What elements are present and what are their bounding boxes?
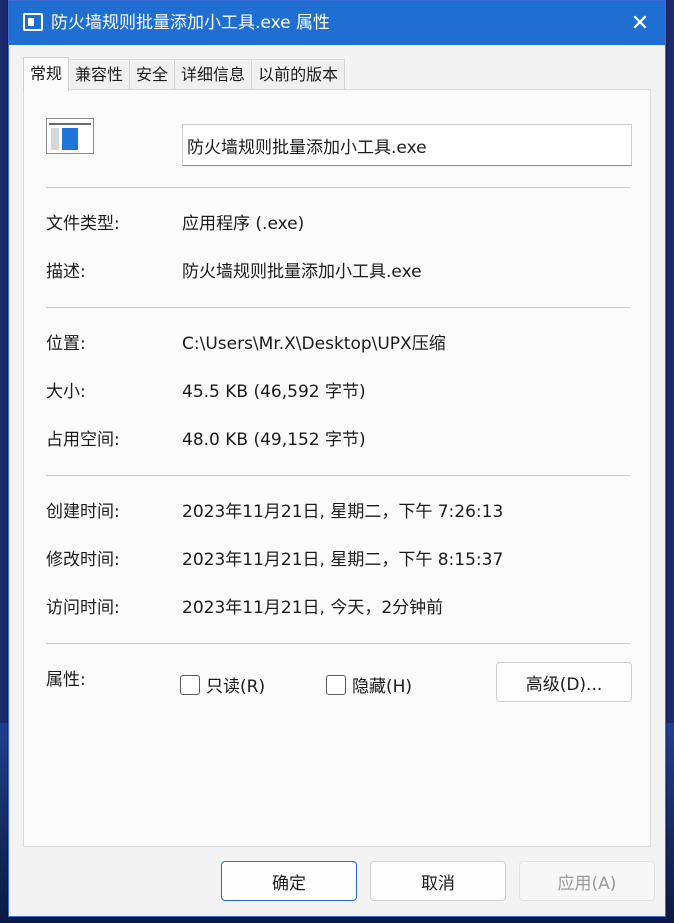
apply-button[interactable]: 应用(A) [519, 861, 655, 901]
modified-value: 2023年11月21日, 星期二，下午 8:15:37 [182, 550, 504, 570]
divider [46, 307, 630, 308]
file-type-label: 文件类型: [46, 214, 120, 234]
cancel-button[interactable]: 取消 [370, 861, 506, 901]
hidden-label: 隐藏(H) [352, 677, 413, 697]
tab-security[interactable]: 安全 [129, 59, 176, 89]
size-label: 大小: [46, 382, 86, 402]
readonly-label: 只读(R) [206, 677, 266, 697]
description-value: 防火墙规则批量添加小工具.exe [182, 262, 422, 282]
file-type-value: 应用程序 (.exe) [182, 214, 305, 234]
hidden-checkbox[interactable]: 隐藏(H) [326, 672, 412, 697]
ok-button[interactable]: 确定 [221, 861, 357, 901]
divider [46, 475, 630, 476]
app-file-icon [46, 118, 94, 154]
size-on-disk-value: 48.0 KB (49,152 字节) [182, 430, 366, 450]
tab-strip: 常规 兼容性 安全 详细信息 以前的版本 [23, 57, 346, 91]
created-value: 2023年11月21日, 星期二，下午 7:26:13 [182, 502, 504, 522]
location-label: 位置: [46, 334, 86, 354]
tab-general[interactable]: 常规 [23, 57, 70, 91]
attributes-label: 属性: [46, 670, 86, 690]
size-value: 45.5 KB (46,592 字节) [182, 382, 366, 402]
created-label: 创建时间: [46, 502, 120, 522]
accessed-value: 2023年11月21日, 今天，2分钟前 [182, 598, 444, 618]
close-icon: ✕ [630, 10, 650, 36]
modified-label: 修改时间: [46, 550, 120, 570]
title-bar[interactable]: 防火墙规则批量添加小工具.exe 属性 ✕ [9, 1, 665, 45]
advanced-button[interactable]: 高级(D)... [496, 662, 632, 702]
divider [46, 187, 630, 188]
location-value: C:\Users\Mr.X\Desktop\UPX压缩 [182, 334, 446, 354]
tab-previous-versions[interactable]: 以前的版本 [251, 59, 346, 89]
tab-details[interactable]: 详细信息 [174, 59, 253, 89]
tab-compatibility[interactable]: 兼容性 [68, 59, 131, 89]
file-name-input[interactable] [182, 124, 632, 166]
checkbox-box[interactable] [326, 674, 346, 695]
divider [46, 643, 630, 644]
properties-dialog: 防火墙规则批量添加小工具.exe 属性 ✕ 常规 兼容性 安全 详细信息 以前的… [8, 0, 666, 917]
general-panel: 文件类型: 应用程序 (.exe) 描述: 防火墙规则批量添加小工具.exe 位… [23, 89, 651, 847]
window-icon [23, 13, 43, 31]
close-button[interactable]: ✕ [623, 7, 657, 39]
readonly-checkbox[interactable]: 只读(R) [180, 672, 265, 697]
description-label: 描述: [46, 262, 86, 282]
accessed-label: 访问时间: [46, 598, 120, 618]
checkbox-box[interactable] [180, 674, 200, 695]
window-title: 防火墙规则批量添加小工具.exe 属性 [51, 13, 330, 33]
size-on-disk-label: 占用空间: [46, 430, 120, 450]
